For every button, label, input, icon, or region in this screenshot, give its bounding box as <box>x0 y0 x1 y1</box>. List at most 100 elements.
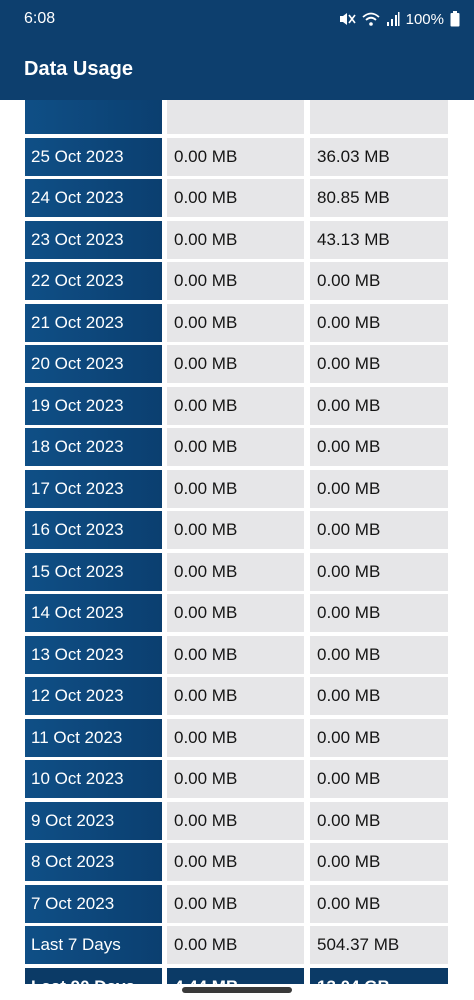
mobile-usage-cell: 0.00 MB <box>167 801 304 840</box>
status-time: 6:08 <box>24 10 56 27</box>
mobile-usage-cell: 0.00 MB <box>167 760 304 798</box>
date-cell: 8 Oct 2023 <box>25 843 162 881</box>
mobile-usage-cell: 0.00 MB <box>167 884 304 923</box>
total-mobile-cell: 4.44 MB <box>167 967 304 984</box>
table-row: 13 Oct 2023 0.00 MB 0.00 MB <box>25 635 449 674</box>
date-cell: 13 Oct 2023 <box>25 635 162 674</box>
date-cell: 23 Oct 2023 <box>25 220 162 259</box>
table-row: 23 Oct 2023 0.00 MB 43.13 MB <box>25 220 449 259</box>
table-row: 18 Oct 2023 0.00 MB 0.00 MB <box>25 428 449 466</box>
wifi-usage-cell: 43.13 MB <box>310 220 448 259</box>
table-row: 15 Oct 2023 0.00 MB 0.00 MB <box>25 552 449 591</box>
date-cell: 22 Oct 2023 <box>25 262 162 300</box>
table-row: 17 Oct 2023 0.00 MB 0.00 MB <box>25 469 449 508</box>
app-bar: Data Usage <box>0 38 474 100</box>
mobile-usage-cell: 0.00 MB <box>167 386 304 425</box>
mobile-usage-cell: 0.00 MB <box>167 469 304 508</box>
table-row: 8 Oct 2023 0.00 MB 0.00 MB <box>25 843 449 881</box>
status-bar: 6:08 100% <box>0 0 474 38</box>
wifi-usage-cell: 0.00 MB <box>310 801 448 840</box>
table-row: 20 Oct 2023 0.00 MB 0.00 MB <box>25 345 449 383</box>
table-row: 25 Oct 2023 0.00 MB 36.03 MB <box>25 137 449 176</box>
battery-icon <box>450 11 460 27</box>
home-gesture-handle[interactable] <box>182 987 292 993</box>
date-cell: 18 Oct 2023 <box>25 428 162 466</box>
mobile-usage-cell: 0.00 MB <box>167 428 304 466</box>
wifi-icon <box>362 11 380 27</box>
date-cell: 9 Oct 2023 <box>25 801 162 840</box>
battery-percent: 100% <box>405 10 444 28</box>
mobile-usage-cell: 0.00 MB <box>167 677 304 715</box>
mobile-usage-cell: 0.00 MB <box>167 843 304 881</box>
date-cell: 20 Oct 2023 <box>25 345 162 383</box>
table-row: 22 Oct 2023 0.00 MB 0.00 MB <box>25 262 449 300</box>
wifi-usage-cell: 0.00 MB <box>310 843 448 881</box>
wifi-usage-cell: 0.00 MB <box>310 511 448 549</box>
date-cell: Last 7 Days <box>25 926 162 964</box>
date-cell: 15 Oct 2023 <box>25 552 162 591</box>
table-row: 24 Oct 2023 0.00 MB 80.85 MB <box>25 179 449 217</box>
table-row: 12 Oct 2023 0.00 MB 0.00 MB <box>25 677 449 715</box>
table-row: 19 Oct 2023 0.00 MB 0.00 MB <box>25 386 449 425</box>
total-label-cell: Last 90 Days <box>25 967 162 984</box>
wifi-usage-cell: 0.00 MB <box>310 635 448 674</box>
usage-table: 25 Oct 2023 0.00 MB 36.03 MB 24 Oct 2023… <box>25 100 449 984</box>
table-row: 7 Oct 2023 0.00 MB 0.00 MB <box>25 884 449 923</box>
date-cell: 24 Oct 2023 <box>25 179 162 217</box>
wifi-usage-cell: 0.00 MB <box>310 594 448 632</box>
table-row: 21 Oct 2023 0.00 MB 0.00 MB <box>25 303 449 342</box>
date-cell: 25 Oct 2023 <box>25 137 162 176</box>
total-row: Last 90 Days 4.44 MB 13.04 GB <box>25 967 449 984</box>
date-cell: 11 Oct 2023 <box>25 718 162 757</box>
table-row: 16 Oct 2023 0.00 MB 0.00 MB <box>25 511 449 549</box>
wifi-usage-cell: 0.00 MB <box>310 718 448 757</box>
date-cell: 21 Oct 2023 <box>25 303 162 342</box>
date-cell: 7 Oct 2023 <box>25 884 162 923</box>
wifi-usage-cell: 0.00 MB <box>310 386 448 425</box>
signal-icon <box>386 11 400 27</box>
mobile-usage-cell <box>167 100 304 134</box>
wifi-usage-cell: 0.00 MB <box>310 345 448 383</box>
mobile-usage-cell: 0.00 MB <box>167 926 304 964</box>
date-cell: 12 Oct 2023 <box>25 677 162 715</box>
date-cell: 10 Oct 2023 <box>25 760 162 798</box>
mobile-usage-cell: 0.00 MB <box>167 552 304 591</box>
wifi-usage-cell <box>310 100 448 134</box>
wifi-usage-cell: 36.03 MB <box>310 137 448 176</box>
date-cell: 17 Oct 2023 <box>25 469 162 508</box>
wifi-usage-cell: 0.00 MB <box>310 262 448 300</box>
status-icons: 100% <box>338 11 460 28</box>
navigation-bar <box>0 984 474 1000</box>
table-row <box>25 100 449 134</box>
page-title: Data Usage <box>24 57 133 80</box>
table-row: Last 7 Days 0.00 MB 504.37 MB <box>25 926 449 964</box>
mobile-usage-cell: 0.00 MB <box>167 345 304 383</box>
date-cell: 19 Oct 2023 <box>25 386 162 425</box>
mobile-usage-cell: 0.00 MB <box>167 718 304 757</box>
table-row: 11 Oct 2023 0.00 MB 0.00 MB <box>25 718 449 757</box>
table-row: 9 Oct 2023 0.00 MB 0.00 MB <box>25 801 449 840</box>
wifi-usage-cell: 0.00 MB <box>310 552 448 591</box>
date-cell: 16 Oct 2023 <box>25 511 162 549</box>
mobile-usage-cell: 0.00 MB <box>167 137 304 176</box>
mobile-usage-cell: 0.00 MB <box>167 303 304 342</box>
wifi-usage-cell: 0.00 MB <box>310 428 448 466</box>
total-wifi-cell: 13.04 GB <box>310 967 448 984</box>
wifi-usage-cell: 0.00 MB <box>310 303 448 342</box>
table-row: 14 Oct 2023 0.00 MB 0.00 MB <box>25 594 449 632</box>
table-row: 10 Oct 2023 0.00 MB 0.00 MB <box>25 760 449 798</box>
wifi-usage-cell: 80.85 MB <box>310 179 448 217</box>
mobile-usage-cell: 0.00 MB <box>167 262 304 300</box>
wifi-usage-cell: 0.00 MB <box>310 760 448 798</box>
wifi-usage-cell: 0.00 MB <box>310 469 448 508</box>
mobile-usage-cell: 0.00 MB <box>167 594 304 632</box>
date-cell <box>25 100 162 134</box>
mobile-usage-cell: 0.00 MB <box>167 179 304 217</box>
wifi-usage-cell: 504.37 MB <box>310 926 448 964</box>
mobile-usage-cell: 0.00 MB <box>167 511 304 549</box>
mobile-usage-cell: 0.00 MB <box>167 635 304 674</box>
usage-table-scroll[interactable]: 25 Oct 2023 0.00 MB 36.03 MB 24 Oct 2023… <box>0 100 474 984</box>
date-cell: 14 Oct 2023 <box>25 594 162 632</box>
mobile-usage-cell: 0.00 MB <box>167 220 304 259</box>
mute-icon <box>338 11 356 27</box>
